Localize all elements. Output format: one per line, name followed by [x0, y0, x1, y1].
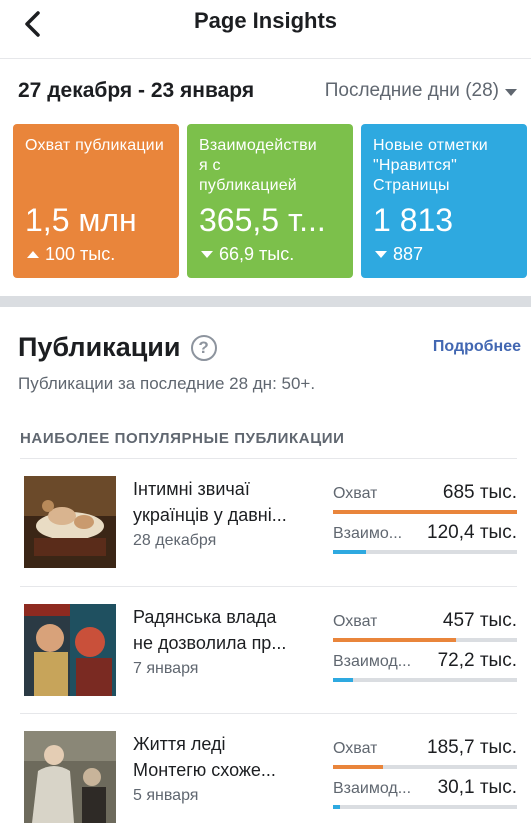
- metric-label: Взаимодействи я с публикацией: [199, 137, 317, 194]
- metric-cards: Охват публикации 1,5 млн 100 тыс. Взаимо…: [13, 124, 527, 278]
- post-thumbnail[interactable]: [24, 604, 116, 696]
- engagement-bar: [333, 550, 517, 554]
- engagement-bar: [333, 678, 517, 682]
- metric-label: Новые отметки "Нравится" Страницы: [373, 137, 488, 194]
- engagement-bar-fill: [333, 678, 354, 682]
- painting-thumbnail-icon: [24, 731, 116, 823]
- caret-down-icon: [505, 88, 517, 96]
- post-title[interactable]: Інтимні звичаї українців у давні...: [133, 476, 319, 528]
- arrow-up-icon: [27, 251, 39, 258]
- metric-delta: 66,9 тыс.: [201, 244, 294, 265]
- date-range-row: 27 декабря - 23 января Последние дни (28…: [0, 58, 531, 120]
- engagement-label: Взаимод...: [333, 653, 412, 670]
- metric-value: 365,5 т...: [199, 202, 326, 238]
- metric-card-page-likes[interactable]: Новые отметки "Нравится" Страницы 1 813 …: [361, 124, 527, 278]
- post-row[interactable]: Життя леді Монтегю схоже... 5 января Охв…: [0, 713, 531, 839]
- metric-delta-value: 100 тыс.: [45, 244, 116, 264]
- reach-label: Охват: [333, 485, 378, 502]
- metric-delta: 100 тыс.: [27, 244, 115, 265]
- reach-bar-fill: [333, 765, 383, 769]
- reach-stat: Охват 685 тыс.: [333, 482, 517, 514]
- metric-card-engagement[interactable]: Взаимодействи я с публикацией 365,5 т... 6…: [187, 124, 353, 278]
- engagement-bar-fill: [333, 805, 341, 809]
- engagement-label: Взаимо...: [333, 525, 403, 542]
- engagement-stat: Взаимо... 120,4 тыс.: [333, 522, 517, 554]
- period-select[interactable]: Последние дни (28): [325, 80, 517, 102]
- reach-bar-fill: [333, 510, 517, 514]
- metric-delta-value: 887: [393, 244, 424, 264]
- section-title: Публикации: [18, 332, 181, 362]
- metric-card-reach[interactable]: Охват публикации 1,5 млн 100 тыс.: [13, 124, 179, 278]
- engagement-value: 30,1 тыс.: [437, 777, 517, 798]
- arrow-down-icon: [375, 251, 387, 258]
- post-title-line: не дозволила пр...: [133, 633, 287, 653]
- page-title: Page Insights: [193, 8, 338, 33]
- reach-value: 185,7 тыс.: [427, 737, 517, 758]
- painting-thumbnail-icon: [24, 604, 116, 696]
- period-select-label: Последние дни (28): [324, 80, 499, 101]
- post-date: 5 января: [133, 787, 199, 804]
- help-icon[interactable]: ?: [190, 334, 217, 361]
- engagement-bar: [333, 805, 517, 809]
- arrow-down-icon: [201, 251, 213, 258]
- engagement-bar-fill: [333, 550, 367, 554]
- publications-subtitle: Публикации за последние 28 дн: 50+.: [18, 374, 316, 393]
- reach-bar: [333, 638, 517, 642]
- post-thumbnail[interactable]: [24, 476, 116, 568]
- metric-value: 1,5 млн: [25, 202, 137, 238]
- painting-thumbnail-icon: [24, 476, 116, 568]
- metric-value: 1 813: [373, 202, 454, 238]
- post-thumbnail[interactable]: [24, 731, 116, 823]
- post-title-line: українців у давні...: [133, 505, 287, 525]
- more-details-link[interactable]: Подробнее: [433, 338, 521, 356]
- row-divider: [20, 713, 517, 714]
- reach-bar: [333, 765, 517, 769]
- date-range: 27 декабря - 23 января: [18, 79, 255, 102]
- post-row[interactable]: Радянська влада не дозволила пр... 7 янв…: [0, 586, 531, 714]
- reach-label: Охват: [333, 613, 378, 630]
- post-title[interactable]: Життя леді Монтегю схоже...: [133, 731, 319, 783]
- engagement-stat: Взаимод... 72,2 тыс.: [333, 650, 517, 682]
- post-date: 7 января: [133, 660, 199, 677]
- reach-value: 685 тыс.: [442, 482, 517, 503]
- engagement-value: 72,2 тыс.: [437, 650, 517, 671]
- row-divider: [20, 458, 517, 459]
- reach-stat: Охват 457 тыс.: [333, 610, 517, 642]
- post-row[interactable]: Інтимні звичаї українців у давні... 28 д…: [0, 458, 531, 586]
- metric-label: Охват публикации: [25, 137, 164, 154]
- publications-header: Публикации ?: [18, 332, 217, 363]
- post-title-line: Монтегю схоже...: [133, 760, 276, 780]
- engagement-value: 120,4 тыс.: [427, 522, 517, 543]
- reach-label: Охват: [333, 740, 378, 757]
- engagement-stat: Взаимод... 30,1 тыс.: [333, 777, 517, 809]
- post-title-line: Життя леді: [133, 734, 226, 754]
- popular-posts-heading: НАИБОЛЕЕ ПОПУЛЯРНЫЕ ПУБЛИКАЦИИ: [20, 430, 345, 447]
- post-title[interactable]: Радянська влада не дозволила пр...: [133, 604, 319, 656]
- post-title-line: Радянська влада: [133, 607, 277, 627]
- metric-delta: 887: [375, 244, 423, 265]
- top-bar: Page Insights: [0, 0, 531, 44]
- row-divider: [20, 586, 517, 587]
- reach-bar: [333, 510, 517, 514]
- post-date: 28 декабря: [133, 532, 217, 549]
- metric-delta-value: 66,9 тыс.: [219, 244, 295, 264]
- reach-value: 457 тыс.: [442, 610, 517, 631]
- section-divider: [0, 296, 531, 307]
- reach-stat: Охват 185,7 тыс.: [333, 737, 517, 769]
- post-title-line: Інтимні звичаї: [133, 479, 250, 499]
- engagement-label: Взаимод...: [333, 780, 412, 797]
- reach-bar-fill: [333, 638, 457, 642]
